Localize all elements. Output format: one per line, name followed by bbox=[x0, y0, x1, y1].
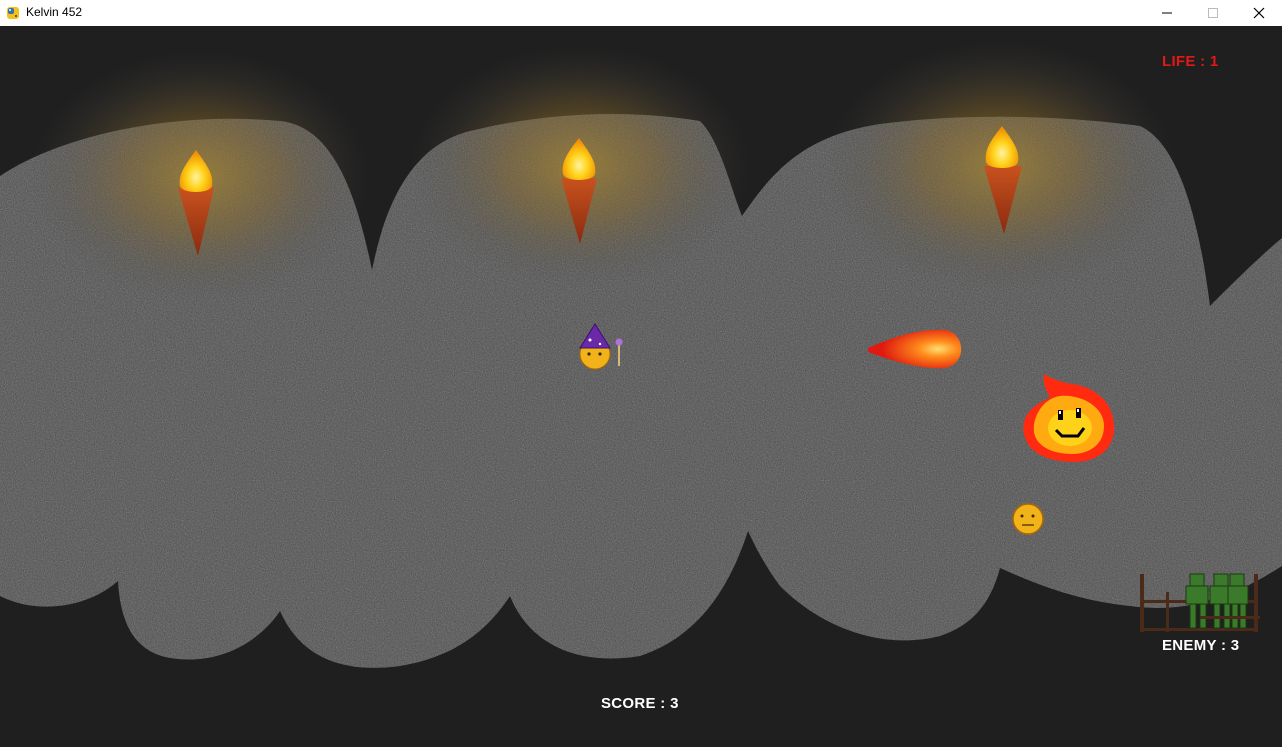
score-counter: SCORE : 3 bbox=[601, 695, 679, 712]
minimize-button[interactable] bbox=[1144, 0, 1190, 26]
cave-background bbox=[0, 41, 1282, 668]
enemy-counter: ENEMY : 3 bbox=[1162, 637, 1240, 654]
minimize-icon bbox=[1162, 12, 1172, 14]
life-counter: LIFE : 1 bbox=[1162, 53, 1219, 70]
python-snake-icon bbox=[7, 7, 19, 19]
maximize-button[interactable] bbox=[1190, 0, 1236, 26]
maximize-icon bbox=[1208, 8, 1218, 18]
game-canvas[interactable]: LIFE : 1 ENEMY : 3 SCORE : 3 bbox=[0, 26, 1282, 747]
window-title: Kelvin 452 bbox=[26, 5, 83, 19]
window-titlebar: Kelvin 452 bbox=[0, 0, 1282, 27]
close-icon bbox=[1253, 7, 1265, 19]
coin-icon bbox=[1012, 503, 1044, 535]
close-button[interactable] bbox=[1236, 0, 1282, 26]
